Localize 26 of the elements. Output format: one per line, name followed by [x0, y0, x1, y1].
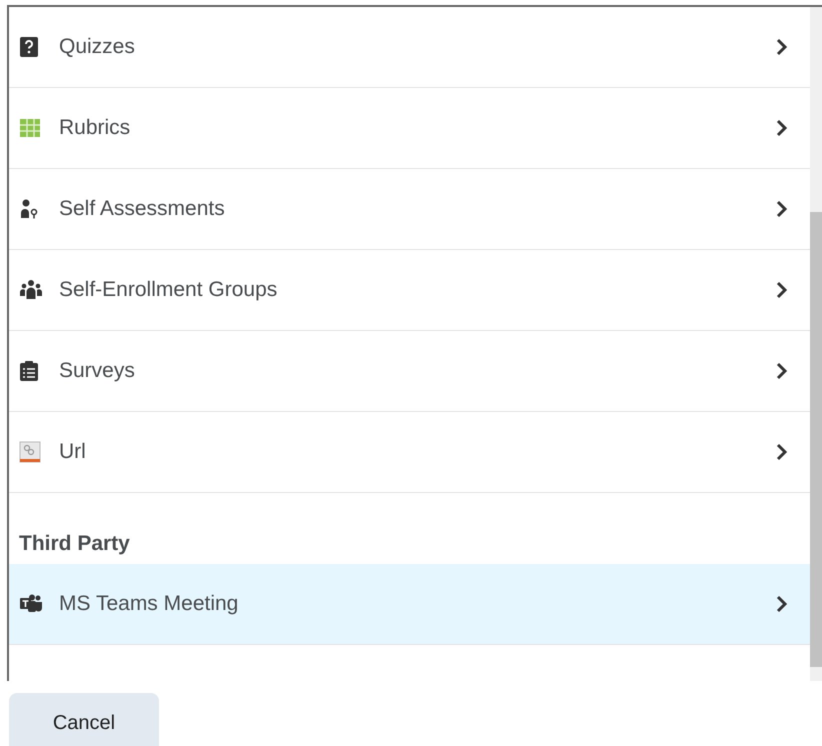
chevron-right-icon	[776, 200, 788, 218]
section-heading: Third Party	[18, 531, 131, 557]
item-label: Self Assessments	[59, 196, 226, 222]
item-label: MS Teams Meeting	[59, 590, 240, 617]
link-file-icon	[19, 441, 41, 463]
chevron-right-icon	[776, 38, 788, 56]
cancel-button[interactable]: Cancel	[9, 693, 159, 746]
chevron-right-icon	[776, 119, 788, 137]
item-label: Quizzes	[59, 34, 136, 60]
scrollbar[interactable]	[810, 7, 822, 681]
question-icon	[19, 36, 39, 58]
chevron-right-icon	[776, 281, 788, 299]
clipboard-icon	[19, 360, 39, 382]
chevron-right-icon	[776, 443, 788, 461]
chevron-right-icon	[776, 362, 788, 380]
item-label: Surveys	[59, 358, 136, 384]
teams-icon	[19, 594, 43, 614]
chevron-right-icon	[776, 594, 788, 612]
group-icon	[19, 279, 43, 301]
scrollbar-thumb[interactable]	[810, 212, 822, 667]
item-label: Rubrics	[59, 115, 132, 142]
tool-list-item[interactable]: MS Teams Meeting	[9, 564, 810, 644]
item-label: Self-Enrollment Groups	[59, 277, 278, 304]
grid-icon	[19, 118, 41, 138]
item-label: Url	[59, 439, 87, 466]
person-key-icon	[19, 198, 39, 220]
